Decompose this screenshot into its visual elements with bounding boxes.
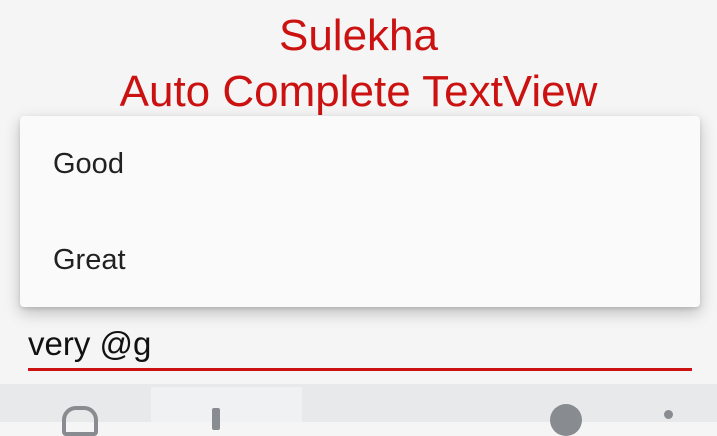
autocomplete-text-input[interactable]: very @g: [28, 320, 692, 368]
app-screen: Sulekha Auto Complete TextView very @g G…: [0, 0, 717, 436]
keyboard-suggestion-bar: [0, 384, 717, 436]
input-underline: [28, 368, 692, 371]
cursor-icon: [212, 408, 220, 430]
keyboard-suggestion-slot[interactable]: [151, 387, 302, 422]
dropdown-item-good[interactable]: Good: [20, 116, 700, 212]
page-title: Sulekha: [278, 11, 438, 60]
more-icon[interactable]: [664, 410, 673, 419]
clipboard-icon[interactable]: [62, 406, 98, 436]
dropdown-item-great[interactable]: Great: [20, 212, 700, 308]
autocomplete-dropdown: Good Great: [20, 116, 700, 307]
settings-icon[interactable]: [550, 404, 582, 436]
page-subtitle: Auto Complete TextView: [119, 67, 598, 116]
